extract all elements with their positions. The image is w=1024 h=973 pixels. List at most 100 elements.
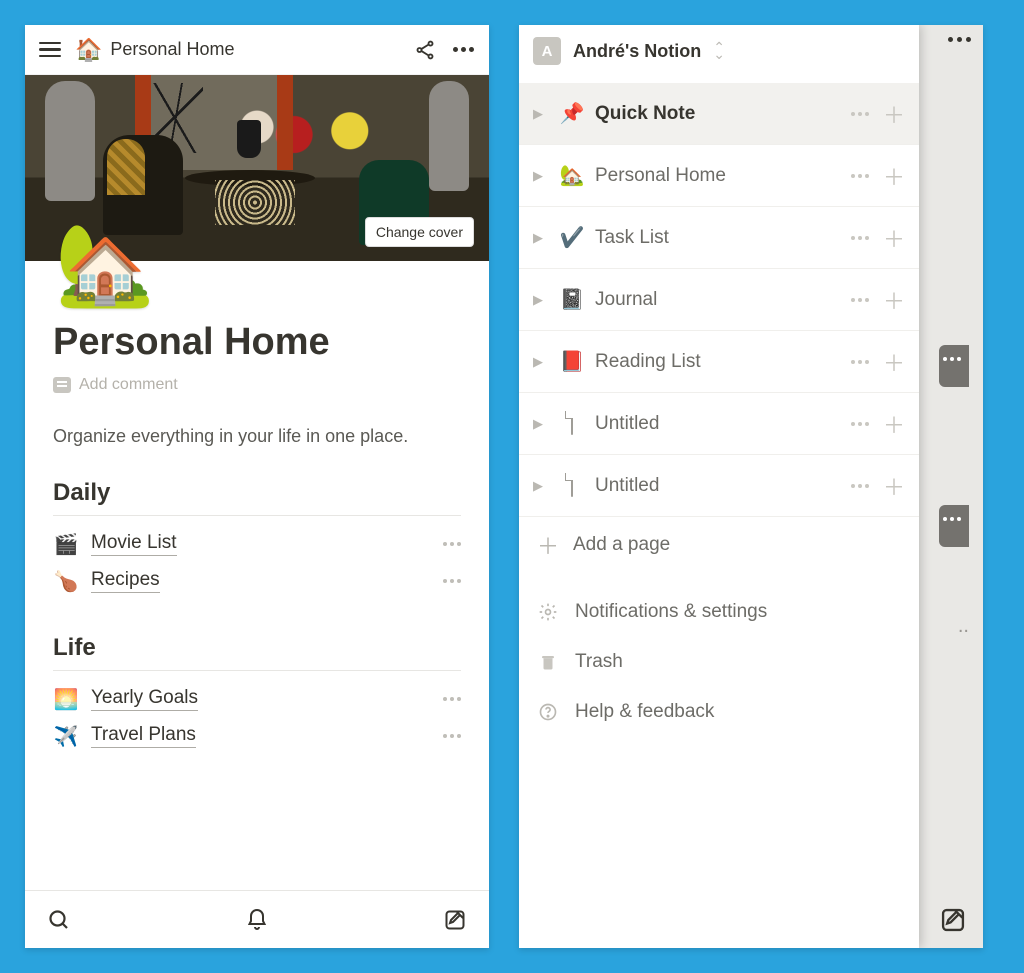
page-add-child-icon[interactable]: ＋ <box>883 408 905 440</box>
menu-icon[interactable] <box>39 42 61 58</box>
page-title[interactable]: Personal Home <box>53 321 461 364</box>
sidebar-util-row[interactable]: Trash <box>519 637 919 687</box>
search-icon[interactable] <box>45 906 73 934</box>
page-link[interactable]: Movie List <box>91 532 177 556</box>
notifications-icon[interactable] <box>243 906 271 934</box>
gear-icon <box>537 601 559 623</box>
page-more-icon[interactable] <box>851 236 869 240</box>
topbar-page-name: Personal Home <box>110 39 234 60</box>
sidebar-util-row[interactable]: Notifications & settings <box>519 587 919 637</box>
page-more-icon[interactable] <box>851 360 869 364</box>
page-add-child-icon[interactable]: ＋ <box>883 160 905 192</box>
page-more-icon[interactable] <box>851 298 869 302</box>
share-icon[interactable] <box>413 38 437 62</box>
bg-text-fragment: .. <box>958 615 969 638</box>
section-heading[interactable]: Life <box>53 634 461 662</box>
section-heading[interactable]: Daily <box>53 479 461 507</box>
page-more-icon[interactable] <box>851 174 869 178</box>
sidebar-drawer: A André's Notion ⌃⌄ ▶ 📌 Quick Note ＋ ▶ 🏡 Perso… <box>519 25 919 948</box>
sidebar-page-row[interactable]: ▶ 📌 Quick Note ＋ <box>519 83 919 145</box>
sidebar-util-row[interactable]: Help & feedback <box>519 687 919 737</box>
page-add-child-icon[interactable]: ＋ <box>883 470 905 502</box>
page-add-child-icon[interactable]: ＋ <box>883 346 905 378</box>
page-more-icon[interactable] <box>851 484 869 488</box>
sidebar-util-label: Help & feedback <box>575 701 714 723</box>
page-more-icon[interactable] <box>851 422 869 426</box>
page-link[interactable]: Travel Plans <box>91 724 196 748</box>
bg-more-icon[interactable] <box>948 37 971 42</box>
chevron-updown-icon: ⌃⌄ <box>713 44 725 58</box>
sidebar-page-label: Personal Home <box>595 165 726 187</box>
page-add-child-icon[interactable]: ＋ <box>883 284 905 316</box>
page-hero-icon[interactable]: 🏡 <box>55 225 155 305</box>
page-link[interactable]: Yearly Goals <box>91 687 198 711</box>
sidebar-page-row[interactable]: ▶ 📕 Reading List ＋ <box>519 331 919 393</box>
page-more-icon[interactable] <box>851 112 869 116</box>
phone-sidebar-view: .. A André's Notion ⌃⌄ ▶ 📌 Quick Note ＋ ▶ 🏡 Pe… <box>519 25 983 948</box>
expand-caret-icon[interactable]: ▶ <box>533 478 549 494</box>
bg-card-fragment <box>939 345 969 387</box>
page-link-row: 🍗 Recipes <box>53 563 461 600</box>
expand-caret-icon[interactable]: ▶ <box>533 106 549 122</box>
trash-icon <box>537 651 559 673</box>
page-link-row: ✈️ Travel Plans <box>53 718 461 755</box>
topbar-page-icon: 🏠 <box>75 37 102 63</box>
bg-compose-icon[interactable] <box>939 906 967 934</box>
page-add-child-icon[interactable]: ＋ <box>883 222 905 254</box>
workspace-avatar: A <box>533 37 561 65</box>
sidebar-page-label: Reading List <box>595 351 701 373</box>
sidebar-util-label: Notifications & settings <box>575 601 767 623</box>
page-link-icon: 🌅 <box>53 687 79 712</box>
add-comment-button[interactable]: Add comment <box>53 376 461 394</box>
page-add-child-icon[interactable]: ＋ <box>883 98 905 130</box>
more-icon[interactable] <box>451 38 475 62</box>
row-more-icon[interactable] <box>443 542 461 546</box>
sidebar-page-row[interactable]: ▶ 🏡 Personal Home ＋ <box>519 145 919 207</box>
expand-caret-icon[interactable]: ▶ <box>533 354 549 370</box>
bottom-toolbar <box>25 890 489 948</box>
expand-caret-icon[interactable]: ▶ <box>533 230 549 246</box>
workspace-switcher[interactable]: A André's Notion ⌃⌄ <box>519 25 919 77</box>
add-page-label: Add a page <box>573 534 670 556</box>
utility-list: Notifications & settings Trash Help & feed… <box>519 573 919 737</box>
page-icon: 📓 <box>559 287 585 312</box>
page-icon: 📕 <box>559 349 585 374</box>
plus-icon: ＋ <box>537 529 557 561</box>
expand-caret-icon[interactable]: ▶ <box>533 168 549 184</box>
page-link[interactable]: Recipes <box>91 569 160 593</box>
add-comment-label: Add comment <box>79 376 178 394</box>
page-link-row: 🎬 Movie List <box>53 526 461 563</box>
page-link-icon: 🎬 <box>53 532 79 557</box>
sidebar-page-row[interactable]: ▶ Untitled ＋ <box>519 455 919 517</box>
sidebar-page-row[interactable]: ▶✔️Task List＋ <box>519 207 919 269</box>
expand-caret-icon[interactable]: ▶ <box>533 416 549 432</box>
row-more-icon[interactable] <box>443 697 461 701</box>
topbar-title[interactable]: 🏠 Personal Home <box>75 37 234 63</box>
help-icon <box>537 701 559 723</box>
phone-page-view: 🏠 Personal Home Change cover 🏡 Personal … <box>25 25 489 948</box>
change-cover-button[interactable]: Change cover <box>365 217 474 247</box>
sidebar-page-row[interactable]: ▶ Untitled ＋ <box>519 393 919 455</box>
file-icon <box>559 474 585 497</box>
page-link-icon: ✈️ <box>53 724 79 749</box>
page-link-icon: 🍗 <box>53 569 79 594</box>
page-icon: 🏡 <box>559 163 585 188</box>
sidebar-page-label: Untitled <box>595 475 659 497</box>
expand-caret-icon[interactable]: ▶ <box>533 292 549 308</box>
sidebar-page-row[interactable]: ▶📓Journal＋ <box>519 269 919 331</box>
page-description[interactable]: Organize everything in your life in one … <box>53 422 461 451</box>
page-link-row: 🌅 Yearly Goals <box>53 681 461 718</box>
sidebar-page-label: Untitled <box>595 413 659 435</box>
page-list: ▶📌Quick Note＋▶🏡Personal Home＋▶✔️Task Lis… <box>519 77 919 517</box>
row-more-icon[interactable] <box>443 734 461 738</box>
cover-image: Change cover 🏡 <box>25 75 489 261</box>
sidebar-page-label: Quick Note <box>595 103 695 125</box>
sidebar-page-label: Task List <box>595 227 669 249</box>
page-icon: 📌 <box>559 101 585 126</box>
comment-icon <box>53 377 71 393</box>
page-content: Personal Home Add comment Organize every… <box>25 261 489 890</box>
compose-icon[interactable] <box>441 906 469 934</box>
bg-card-fragment <box>939 505 969 547</box>
add-page-button[interactable]: ＋ Add a page <box>519 517 919 573</box>
row-more-icon[interactable] <box>443 579 461 583</box>
